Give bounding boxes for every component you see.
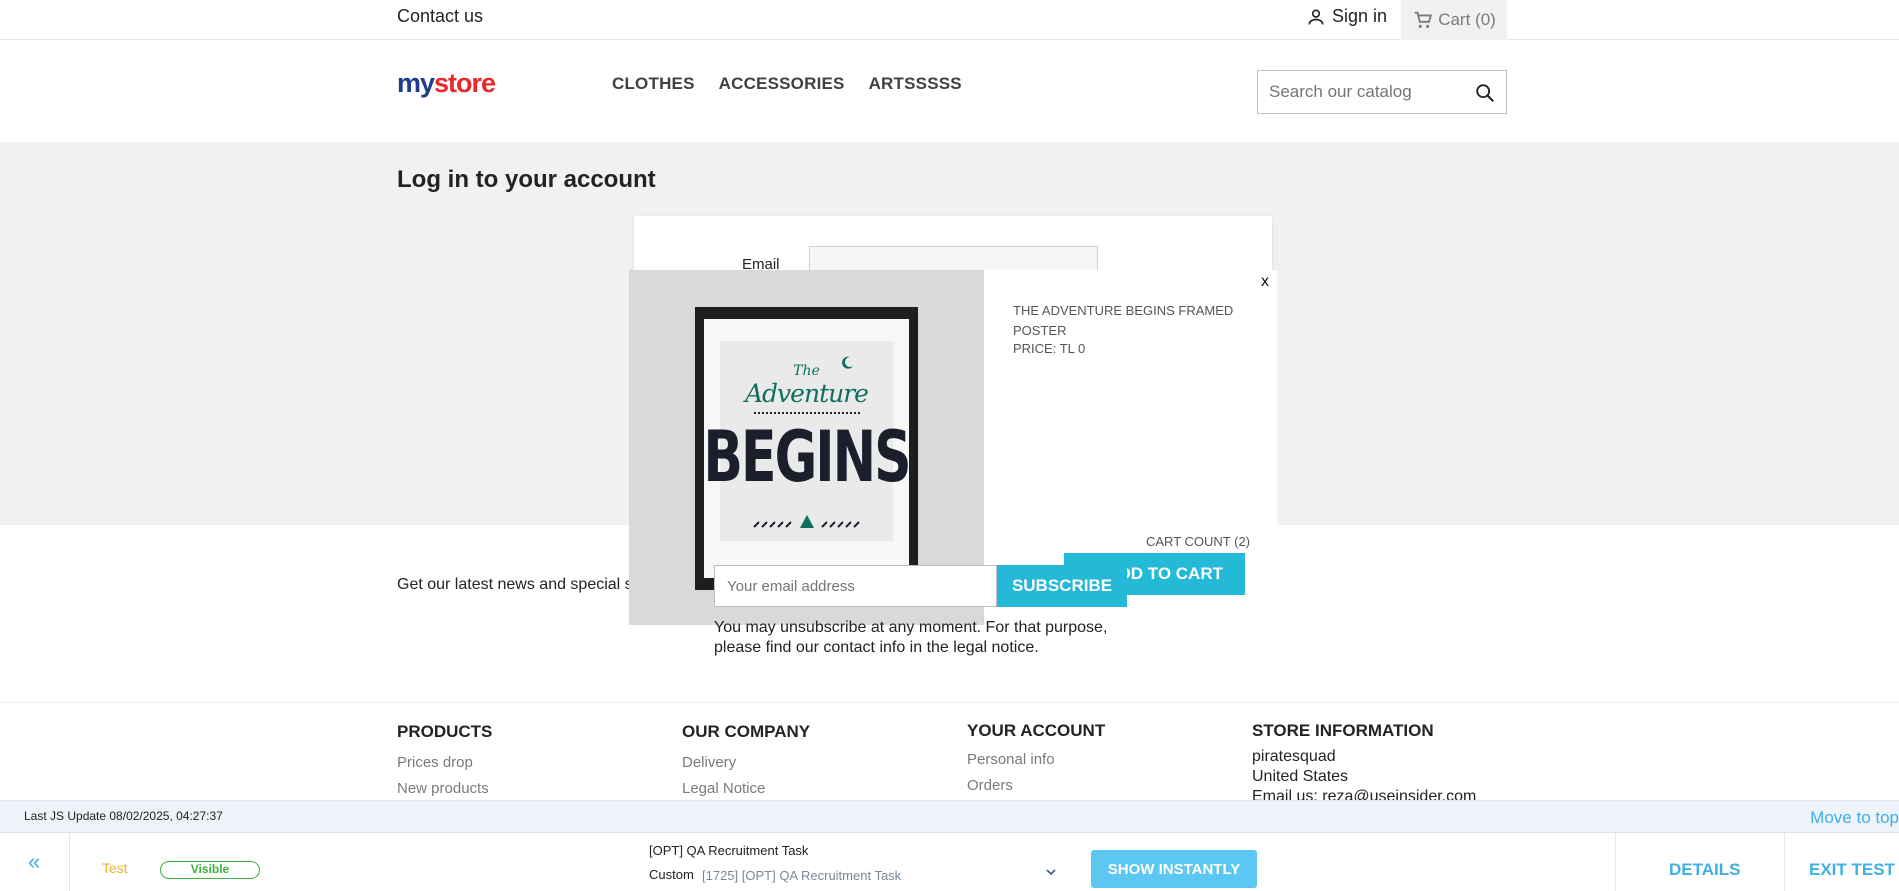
move-to-top-link[interactable]: Move to top (1810, 808, 1899, 828)
test-toolbar: « Test Visible [OPT] QA Recruitment Task… (0, 832, 1899, 891)
user-icon (1308, 9, 1324, 25)
toolbar-divider (1615, 833, 1616, 891)
show-instantly-button[interactable]: SHOW INSTANTLY (1091, 850, 1257, 888)
store-logo[interactable]: mystore (397, 68, 496, 99)
toolbar-divider (1784, 833, 1785, 891)
search-box (1257, 70, 1507, 114)
exit-test-button[interactable]: EXIT TEST (1809, 860, 1895, 880)
contact-us-link[interactable]: Contact us (397, 6, 483, 27)
top-bar: Contact us Sign in Cart (0) (0, 0, 1899, 40)
poster-begins: BEGINS (703, 417, 911, 499)
cart-link[interactable]: Cart (0) (1401, 0, 1507, 40)
poster-frame: The Adventure BEGINS (695, 307, 918, 590)
footer-link-personal-info[interactable]: Personal info (967, 747, 1105, 773)
visible-badge: Visible (160, 861, 260, 879)
poster-adventure: Adventure (745, 379, 869, 408)
popup-price: PRICE: TL 0 (1013, 341, 1086, 356)
task-title: [OPT] QA Recruitment Task (649, 843, 809, 858)
moon-icon (842, 356, 853, 369)
footer-link-new-products[interactable]: New products (397, 776, 492, 802)
logo-my: my (397, 68, 435, 98)
footer-link-legal-notice[interactable]: Legal Notice (682, 776, 810, 802)
task-select[interactable]: [1725] [OPT] QA Recruitment Task (702, 868, 901, 883)
footer-account: YOUR ACCOUNT Personal info Orders (967, 721, 1105, 799)
footer-link-prices-drop[interactable]: Prices drop (397, 750, 492, 776)
store-country: United States (1252, 768, 1349, 785)
footer-store-title: STORE INFORMATION (1252, 721, 1434, 740)
store-name: piratesquad (1252, 748, 1336, 765)
js-update-bar: Last JS Update 08/02/2025, 04:27:37 Move… (0, 800, 1899, 832)
popup-cart-count: CART COUNT (2) (1146, 534, 1251, 549)
newsletter-email-input[interactable] (714, 565, 997, 607)
chevron-down-icon[interactable] (1044, 865, 1058, 879)
sign-in-link[interactable]: Sign in (1306, 6, 1387, 27)
main-nav: CLOTHES ACCESSORIES ARTSSSSS (612, 74, 962, 94)
site-footer: PRODUCTS Prices drop New products OUR CO… (0, 702, 1899, 805)
footer-company: OUR COMPANY Delivery Legal Notice (682, 722, 810, 802)
poster-divider (753, 412, 860, 414)
nav-accessories[interactable]: ACCESSORIES (719, 74, 845, 94)
cart-icon (1414, 11, 1433, 28)
popup-product-title: THE ADVENTURE BEGINS FRAMED POSTER (1013, 303, 1234, 338)
footer-products-title: PRODUCTS (397, 722, 493, 741)
nav-clothes[interactable]: CLOTHES (612, 74, 695, 94)
page-title: Log in to your account (397, 166, 656, 193)
footer-company-title: OUR COMPANY (682, 722, 811, 741)
site-header: mystore CLOTHES ACCESSORIES ARTSSSSS (0, 40, 1899, 142)
newsletter-text: Get our latest news and special sales (397, 576, 663, 593)
sign-in-label: Sign in (1332, 6, 1388, 26)
last-js-update: Last JS Update 08/02/2025, 04:27:37 (24, 809, 223, 823)
test-label: Test (102, 860, 128, 876)
unsubscribe-note: You may unsubscribe at any moment. For t… (714, 619, 1108, 656)
poster-art: The Adventure BEGINS (703, 341, 912, 541)
tent-icon (752, 515, 860, 528)
footer-account-title: YOUR ACCOUNT (967, 721, 1106, 740)
poster-the: The (793, 363, 820, 379)
search-input[interactable] (1258, 71, 1458, 113)
logo-store: store (434, 68, 496, 98)
toolbar-divider (69, 833, 70, 891)
footer-link-delivery[interactable]: Delivery (682, 750, 810, 776)
cart-label: Cart (0) (1438, 10, 1496, 29)
footer-store-info: STORE INFORMATION piratesquad United Sta… (1252, 721, 1476, 807)
footer-products: PRODUCTS Prices drop New products (397, 722, 492, 802)
poster-mat: The Adventure BEGINS (703, 319, 912, 578)
popup-close-button[interactable]: x (1261, 273, 1269, 291)
collapse-button[interactable]: « (28, 849, 40, 875)
nav-artssssss[interactable]: ARTSSSSS (869, 74, 962, 94)
details-button[interactable]: DETAILS (1669, 860, 1740, 880)
subscribe-button[interactable]: SUBSCRIBE (997, 565, 1127, 607)
search-icon[interactable] (1474, 82, 1496, 104)
custom-label: Custom (649, 867, 694, 882)
footer-link-orders[interactable]: Orders (967, 773, 1105, 799)
